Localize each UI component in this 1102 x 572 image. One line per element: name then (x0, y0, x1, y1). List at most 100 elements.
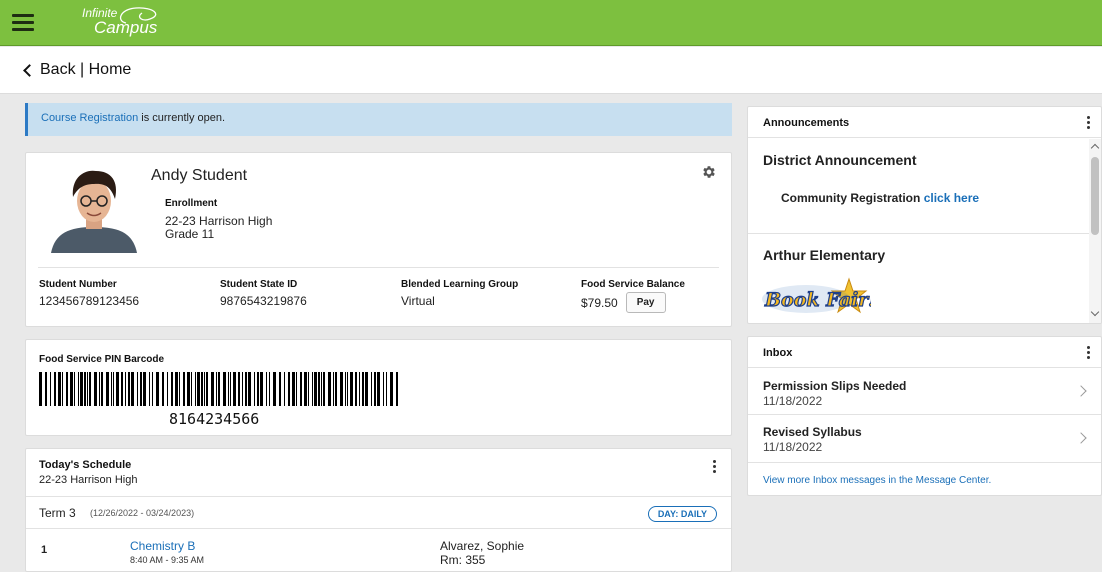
barcode-bar (328, 372, 331, 406)
barcode-bar (345, 372, 346, 406)
day-badge: DAY: DAILY (647, 506, 717, 522)
message-center-link[interactable]: View more Inbox messages in the Message … (763, 475, 991, 486)
inbox-message[interactable]: Permission Slips Needed 11/18/2022 (748, 369, 1101, 415)
barcode-bar (223, 372, 226, 406)
barcode-bar (191, 372, 192, 406)
schedule-school: 22-23 Harrison High (39, 474, 138, 486)
barcode-bar (171, 372, 173, 406)
announcement-heading: Arthur Elementary (763, 247, 886, 263)
field-value: 9876543219876 (220, 294, 307, 308)
barcode-bar (149, 372, 150, 406)
scroll-down-icon[interactable] (1090, 307, 1100, 317)
barcode-bar (230, 372, 231, 406)
chevron-right-icon (1075, 432, 1087, 444)
click-here-link[interactable]: click here (924, 191, 979, 205)
barcode-bar (116, 372, 119, 406)
barcode-bar (362, 372, 364, 406)
barcode-bar (318, 372, 320, 406)
barcode-image (39, 372, 398, 406)
inbox-message[interactable]: Revised Syllabus 11/18/2022 (748, 416, 1101, 463)
barcode-bar (167, 372, 168, 406)
barcode-bar (128, 372, 130, 406)
student-field-number: Student Number 123456789123456 (39, 279, 139, 308)
scroll-up-icon[interactable] (1090, 143, 1100, 153)
inbox-more-icon[interactable] (1087, 346, 1091, 360)
barcode-bar (111, 372, 112, 406)
message-subject: Permission Slips Needed (763, 379, 907, 393)
enrollment-grade: Grade 11 (165, 227, 215, 241)
barcode-bar (183, 372, 185, 406)
barcode-bar (300, 372, 302, 406)
barcode-bar (87, 372, 88, 406)
barcode-bar (365, 372, 368, 406)
barcode-bar (242, 372, 243, 406)
barcode-bar (218, 372, 220, 406)
pay-button[interactable]: Pay (625, 292, 666, 313)
enrollment-label: Enrollment (165, 198, 218, 209)
announcement-body-text: Community Registration (781, 191, 924, 205)
period-number: 1 (41, 544, 48, 556)
barcode-bar (78, 372, 79, 406)
barcode-bar (383, 372, 384, 406)
top-bar: Infinite Campus (0, 0, 1102, 46)
barcode-bar (54, 372, 56, 406)
breadcrumb-bar: Back | Home (0, 47, 1102, 94)
barcode-bar (137, 372, 138, 406)
field-label: Food Service Balance (581, 279, 685, 290)
announcement-school: Arthur Elementary Book Fair! (748, 235, 1089, 323)
barcode-bar (340, 372, 343, 406)
barcode-bar (106, 372, 109, 406)
barcode-bar (288, 372, 290, 406)
book-fair-text: Book Fair! (764, 289, 871, 311)
barcode-bar (254, 372, 255, 406)
barcode-bar (228, 372, 229, 406)
barcode-bar (323, 372, 325, 406)
schedule-title: Today's Schedule (39, 459, 132, 471)
barcode-bar (245, 372, 247, 406)
course-registration-link[interactable]: Course Registration (41, 112, 138, 124)
course-link[interactable]: Chemistry B (130, 539, 195, 553)
scroll-thumb[interactable] (1091, 157, 1099, 235)
barcode-bar (162, 372, 164, 406)
back-home-label: Back | Home (40, 61, 132, 78)
barcode-bar (74, 372, 75, 406)
barcode-bar (45, 372, 47, 406)
barcode-bar (143, 372, 146, 406)
barcode-bar (292, 372, 295, 406)
barcode-bar (335, 372, 337, 406)
student-name: Andy Student (151, 167, 248, 184)
barcode-bar (314, 372, 317, 406)
barcode-bar (238, 372, 240, 406)
barcode-bar (273, 372, 276, 406)
field-label: Student State ID (220, 279, 298, 290)
student-field-food-balance: Food Service Balance $79.50 Pay (581, 279, 685, 313)
barcode-bar (99, 372, 100, 406)
schedule-more-icon[interactable] (713, 460, 717, 474)
teacher-name: Alvarez, Sophie (440, 539, 525, 553)
logo-swoosh-icon (119, 7, 157, 24)
inbox-header: Inbox (748, 337, 1101, 368)
announcements-scrollbar[interactable] (1089, 139, 1101, 323)
barcode-bar (216, 372, 217, 406)
gear-icon[interactable] (701, 164, 717, 180)
student-field-state-id: Student State ID 9876543219876 (220, 279, 307, 308)
field-value: Virtual (401, 294, 435, 308)
barcode-bar (204, 372, 205, 406)
barcode-bar (266, 372, 267, 406)
back-home-link[interactable]: Back | Home (23, 61, 132, 79)
barcode-bar (374, 372, 376, 406)
menu-icon[interactable] (12, 12, 34, 34)
barcode-card: Food Service PIN Barcode 8164234566 (25, 339, 732, 436)
app-logo[interactable]: Infinite Campus (82, 7, 157, 36)
barcode-bar (125, 372, 126, 406)
barcode-bar (66, 372, 68, 406)
announcements-more-icon[interactable] (1087, 116, 1091, 130)
barcode-bar (233, 372, 236, 406)
barcode-bar (50, 372, 51, 406)
barcode-bar (70, 372, 73, 406)
barcode-number: 8164234566 (169, 410, 260, 428)
announcement-district: District Announcement Community Registra… (748, 139, 1089, 234)
barcode-bar (257, 372, 259, 406)
announcements-header: Announcements (748, 107, 1101, 138)
announcement-body: Community Registration click here (781, 191, 979, 205)
